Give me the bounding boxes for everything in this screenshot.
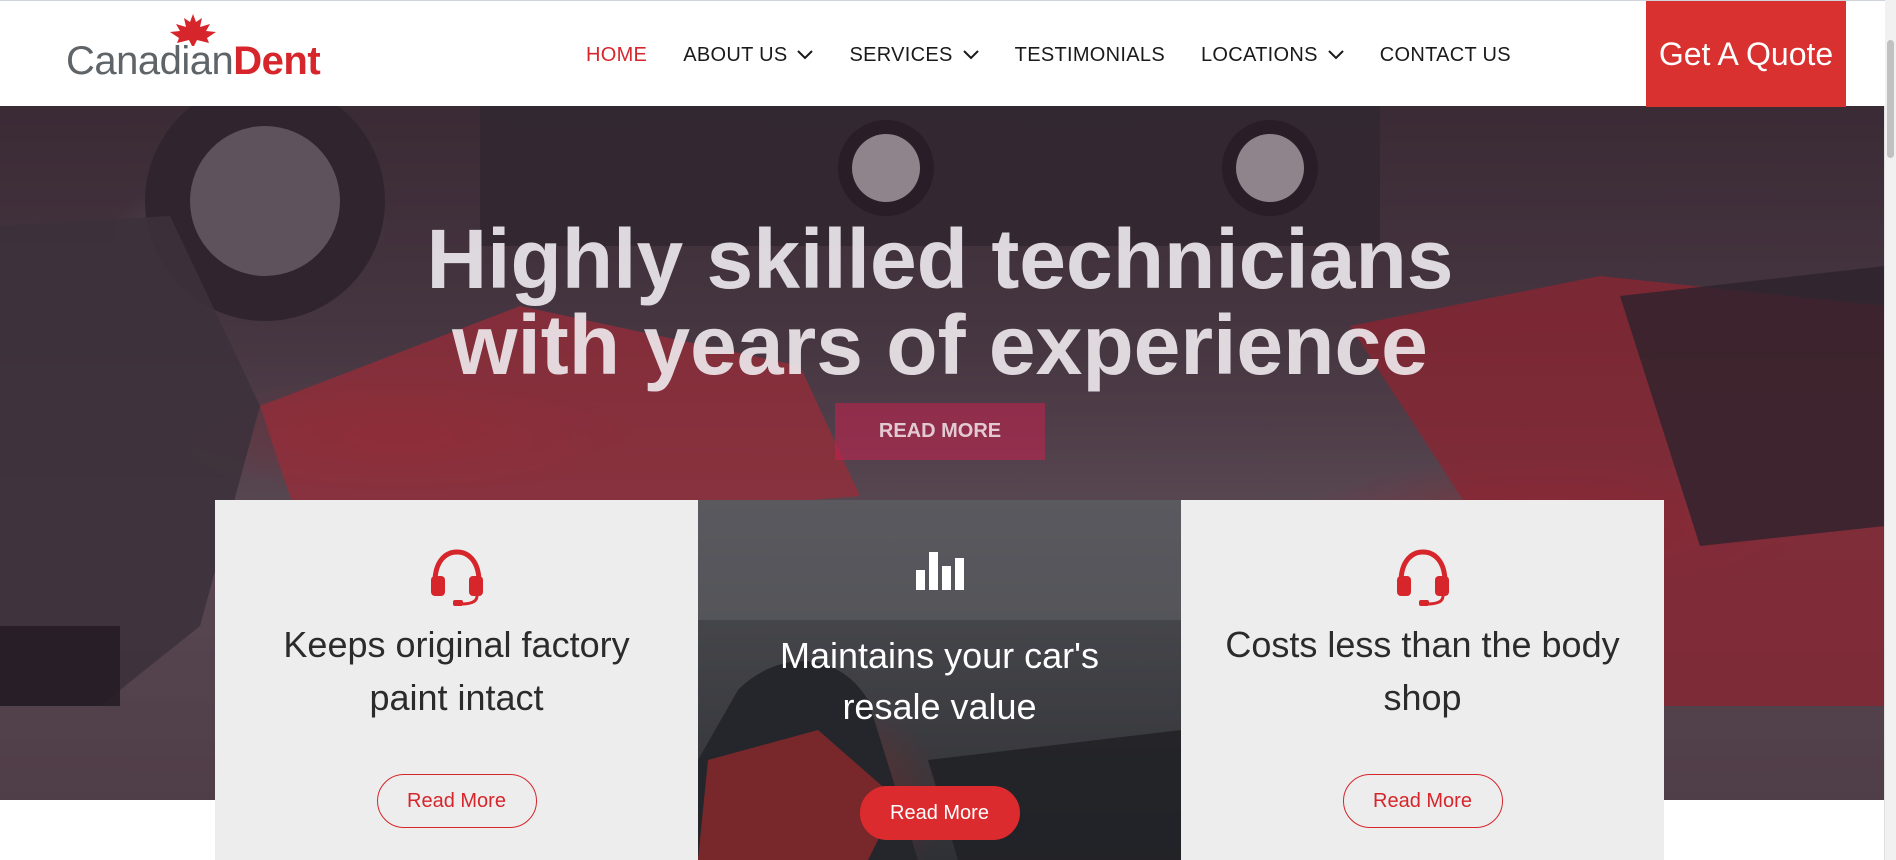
chevron-down-icon	[797, 50, 814, 60]
logo-text-canadian: Canadian	[66, 39, 234, 83]
main-nav: HOME ABOUT US SERVICES TESTIMONIALS LOCA…	[586, 41, 1547, 69]
nav-testimonials-label: TESTIMONIALS	[1014, 43, 1165, 66]
feature-card-title: Keeps original factory paint intact	[283, 624, 630, 718]
logo-text-dent: Dent	[233, 39, 321, 83]
nav-about-us[interactable]: ABOUT US	[683, 43, 814, 67]
nav-about-us-label: ABOUT US	[683, 43, 788, 66]
scrollbar[interactable]	[1884, 0, 1896, 860]
feature-card-title: Maintains your car's resale value	[780, 635, 1099, 727]
nav-home[interactable]: HOME	[586, 44, 647, 67]
feature-read-more-button[interactable]: Read More	[376, 774, 537, 828]
hero-title: Highly skilled technicians with years of…	[300, 216, 1580, 388]
feature-read-more-button[interactable]: Read More	[859, 786, 1020, 840]
headset-icon	[430, 549, 483, 606]
nav-testimonials[interactable]: TESTIMONIALS	[1015, 44, 1165, 67]
nav-locations-label: LOCATIONS	[1200, 43, 1318, 66]
nav-services-label: SERVICES	[849, 43, 953, 66]
nav-home-label: HOME	[586, 43, 648, 66]
bar-chart-icon	[915, 552, 964, 590]
feature-cards: Keeps original factory paint intact Read…	[215, 500, 1664, 860]
nav-locations[interactable]: LOCATIONS	[1201, 44, 1344, 67]
chevron-down-icon	[962, 50, 979, 60]
chevron-down-icon	[1328, 50, 1344, 60]
get-a-quote-button[interactable]: Get A Quote	[1646, 1, 1846, 107]
headset-icon	[1396, 549, 1449, 606]
logo-text: CanadianDent	[66, 39, 321, 83]
nav-contact-us[interactable]: CONTACT US	[1380, 44, 1511, 67]
feature-card-factory-paint: Keeps original factory paint intact Read…	[215, 500, 698, 860]
nav-services[interactable]: SERVICES	[849, 43, 979, 67]
feature-card-title: Costs less than the body shop	[1225, 624, 1620, 718]
hero-read-more-button[interactable]: READ MORE	[835, 403, 1045, 460]
feature-card-resale-value: Maintains your car's resale value Read M…	[698, 500, 1181, 860]
scrollbar-thumb[interactable]	[1887, 40, 1894, 158]
feature-read-more-button[interactable]: Read More	[1342, 774, 1503, 828]
logo[interactable]: CanadianDent	[66, 13, 326, 87]
nav-contact-us-label: CONTACT US	[1379, 43, 1511, 66]
feature-card-cost: Costs less than the body shop Read More	[1181, 500, 1664, 860]
hero-title-line2: with years of experience	[452, 298, 1428, 392]
site-header: CanadianDent HOME ABOUT US SERVICES TEST…	[0, 0, 1885, 107]
hero-title-line1: Highly skilled technicians	[426, 212, 1454, 306]
